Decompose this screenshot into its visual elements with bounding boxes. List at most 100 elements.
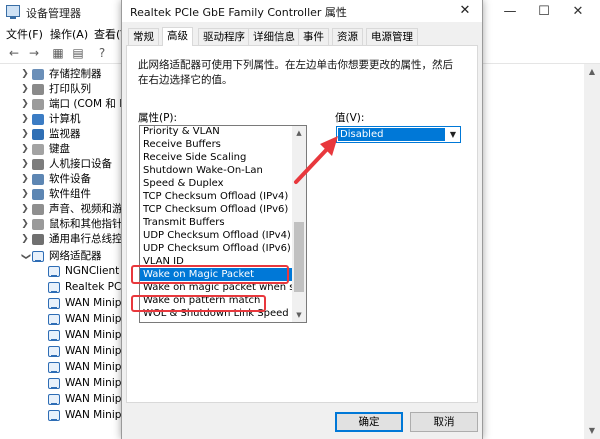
tab-power-management[interactable]: 电源管理 <box>366 28 418 45</box>
tab-driver[interactable]: 驱动程序 <box>198 28 250 45</box>
chevron-right-icon[interactable]: ❯ <box>20 202 30 217</box>
tree-item-label: 人机接口设备 <box>49 158 112 170</box>
tree-item-label: 打印队列 <box>49 83 91 95</box>
network-adapter-icon <box>48 410 60 421</box>
tree-item-label: 软件设备 <box>49 173 91 185</box>
chevron-right-icon[interactable]: ❯ <box>20 217 30 232</box>
adapter-label: WAN Minipo <box>65 361 126 373</box>
chevron-right-icon[interactable]: ❯ <box>20 67 30 82</box>
device-tree-scrollbar[interactable]: ▲ ▼ <box>584 64 600 439</box>
forward-arrow-icon[interactable]: → <box>26 45 42 61</box>
software-component-icon <box>32 189 44 200</box>
value-label: 值(V): <box>335 112 365 124</box>
maximize-icon[interactable]: ☐ <box>530 2 558 22</box>
network-adapter-icon <box>48 378 60 389</box>
scroll-down-icon[interactable]: ▼ <box>292 308 306 322</box>
tab-advanced[interactable]: 高级 <box>162 27 193 46</box>
adapter-label: WAN Minipo <box>65 297 126 309</box>
network-adapter-icon <box>48 298 60 309</box>
menu-file[interactable]: 文件(F) <box>6 26 43 42</box>
property-item[interactable]: Priority & VLAN <box>140 126 292 138</box>
property-item[interactable]: Transmit Buffers <box>140 216 292 229</box>
tree-item-label: 键盘 <box>49 143 70 155</box>
property-item[interactable]: Speed & Duplex <box>140 177 292 190</box>
tree-item-label: 监视器 <box>49 128 81 140</box>
adapter-label: WAN Minipo <box>65 345 126 357</box>
details-icon[interactable]: ▤ <box>70 45 86 61</box>
tree-item-label: 存储控制器 <box>49 68 102 80</box>
scroll-thumb[interactable] <box>294 222 304 292</box>
tab-resources[interactable]: 资源 <box>332 28 363 45</box>
properties-icon[interactable]: ▦ <box>50 45 66 61</box>
property-item[interactable]: TCP Checksum Offload (IPv4) <box>140 190 292 203</box>
cancel-button[interactable]: 取消 <box>410 412 478 432</box>
property-item[interactable]: TCP Checksum Offload (IPv6) <box>140 203 292 216</box>
help-icon[interactable]: ? <box>94 45 110 61</box>
property-item[interactable]: Shutdown Wake-On-Lan <box>140 164 292 177</box>
tree-item-label: 声音、视频和游戏控制器 <box>49 203 126 215</box>
dialog-titlebar: Realtek PCIe GbE Family Controller 属性 ✕ <box>122 0 482 22</box>
network-adapter-icon <box>48 362 60 373</box>
chevron-down-icon[interactable]: ❯ <box>18 252 33 262</box>
highlight-box-pattern-match <box>131 295 266 312</box>
network-adapter-icon <box>48 346 60 357</box>
minimize-icon[interactable]: — <box>496 2 524 22</box>
storage-icon <box>32 69 44 80</box>
adapter-label: Realtek PCIe <box>65 281 126 293</box>
chevron-right-icon[interactable]: ❯ <box>20 157 30 172</box>
mouse-icon <box>32 219 44 230</box>
adapter-label: WAN Minipo <box>65 313 126 325</box>
chevron-right-icon[interactable]: ❯ <box>20 232 30 247</box>
chevron-right-icon[interactable]: ❯ <box>20 82 30 97</box>
network-adapter-icon <box>48 394 60 405</box>
adapter-label: WAN Minipo <box>65 393 126 405</box>
network-adapter-icon <box>48 266 60 277</box>
scroll-up-icon[interactable]: ▲ <box>584 64 600 80</box>
chevron-right-icon[interactable]: ❯ <box>20 127 30 142</box>
adapter-label: WAN Minipo <box>65 409 126 421</box>
tab-events[interactable]: 事件 <box>298 28 329 45</box>
tree-item-label: 鼠标和其他指针设备 <box>49 218 126 230</box>
annotation-arrow-icon <box>294 136 338 184</box>
ok-button[interactable]: 确定 <box>335 412 403 432</box>
adapter-label: WAN Minipo <box>65 329 126 341</box>
tab-strip: 常规 高级 驱动程序 详细信息 事件 资源 电源管理 <box>126 27 478 46</box>
value-dropdown[interactable]: Disabled ▼ <box>336 126 461 143</box>
property-item[interactable]: UDP Checksum Offload (IPv6) <box>140 242 292 255</box>
port-icon <box>32 99 44 110</box>
computer-icon <box>32 114 44 125</box>
property-label: 属性(P): <box>138 112 178 124</box>
property-item[interactable]: Receive Side Scaling <box>140 151 292 164</box>
tab-general[interactable]: 常规 <box>128 28 159 45</box>
usb-icon <box>32 234 44 245</box>
network-adapter-icon <box>48 282 60 293</box>
speaker-icon <box>32 204 44 215</box>
tree-item-label: 端口 (COM 和 LPT) <box>49 98 126 110</box>
tab-details[interactable]: 详细信息 <box>248 28 300 45</box>
highlight-box-magic-packet <box>131 265 289 284</box>
property-item[interactable]: Receive Buffers <box>140 138 292 151</box>
back-arrow-icon[interactable]: ← <box>6 45 22 61</box>
chevron-right-icon[interactable]: ❯ <box>20 97 30 112</box>
tree-item-label: 软件组件 <box>49 188 91 200</box>
menu-action[interactable]: 操作(A) <box>50 26 88 42</box>
network-adapter-icon <box>48 314 60 325</box>
property-item[interactable]: UDP Checksum Offload (IPv4) <box>140 229 292 242</box>
chevron-down-icon[interactable]: ▼ <box>446 127 460 142</box>
chevron-right-icon[interactable]: ❯ <box>20 142 30 157</box>
property-list[interactable]: Priority & VLAN Receive Buffers Receive … <box>139 125 307 323</box>
chevron-right-icon[interactable]: ❯ <box>20 172 30 187</box>
adapter-label: WAN Minipo <box>65 377 126 389</box>
scroll-down-icon[interactable]: ▼ <box>584 423 600 439</box>
adapter-label: NGNClient Adapter <box>65 265 126 277</box>
close-icon[interactable]: ✕ <box>448 0 482 22</box>
device-manager-title: 设备管理器 <box>26 7 81 20</box>
close-icon[interactable]: ✕ <box>564 2 592 22</box>
advanced-tab-panel: 此网络适配器可使用下列属性。在左边单击你想要更改的属性，然后在右边选择它的值。 … <box>126 45 478 403</box>
network-adapter-icon <box>32 251 44 262</box>
printer-icon <box>32 84 44 95</box>
chevron-right-icon[interactable]: ❯ <box>20 187 30 202</box>
properties-dialog: Realtek PCIe GbE Family Controller 属性 ✕ … <box>121 0 483 439</box>
monitor-icon <box>32 129 44 140</box>
chevron-right-icon[interactable]: ❯ <box>20 112 30 127</box>
